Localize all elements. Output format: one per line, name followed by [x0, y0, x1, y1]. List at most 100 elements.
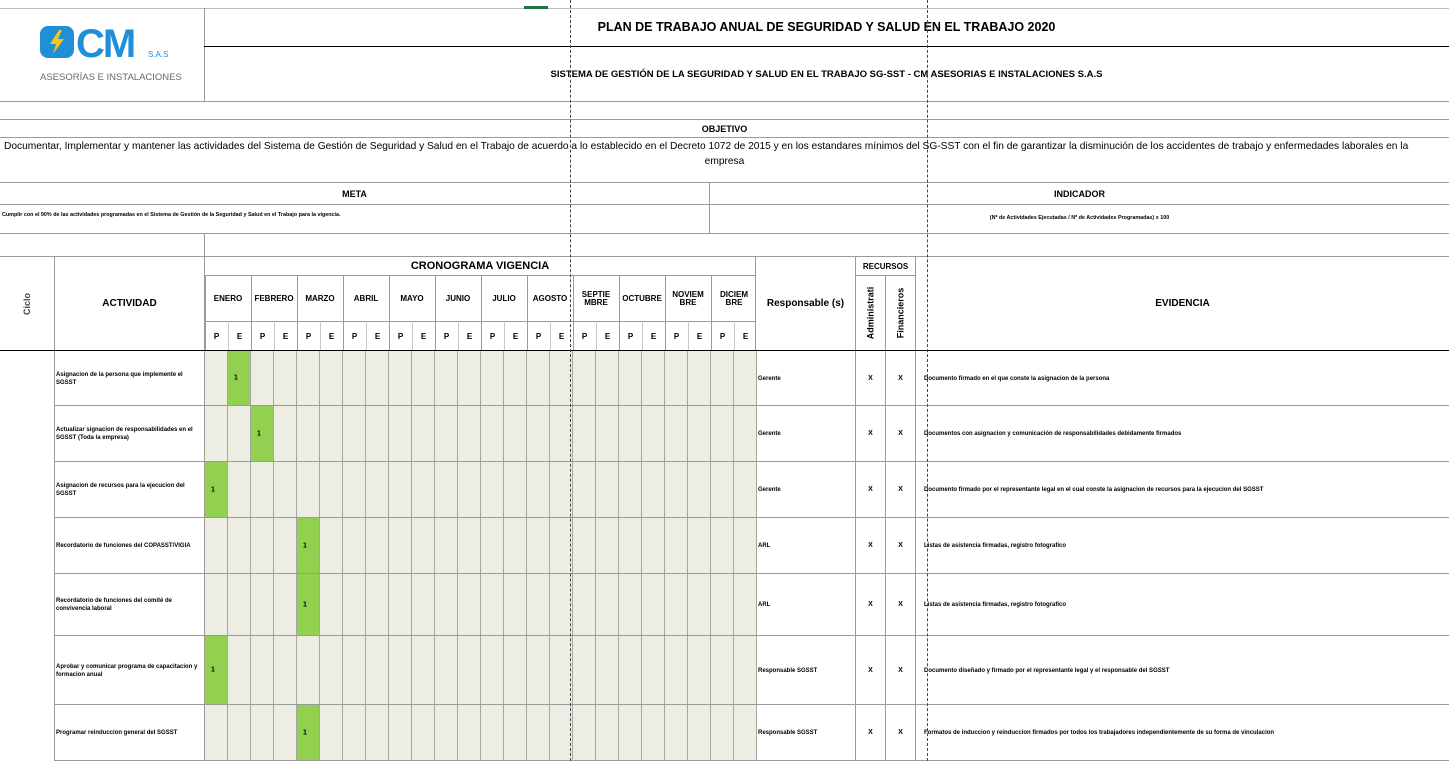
schedule-cell[interactable] — [665, 351, 688, 406]
schedule-cell[interactable] — [619, 636, 642, 705]
schedule-cell[interactable] — [205, 705, 228, 761]
schedule-cell[interactable] — [228, 406, 251, 462]
schedule-cell[interactable] — [458, 636, 481, 705]
schedule-cell[interactable] — [711, 636, 734, 705]
schedule-cell[interactable] — [343, 574, 366, 636]
schedule-cell[interactable] — [619, 351, 642, 406]
schedule-cell[interactable] — [228, 636, 251, 705]
schedule-cell[interactable] — [297, 636, 320, 705]
schedule-cell[interactable] — [711, 406, 734, 462]
schedule-cell[interactable] — [251, 574, 274, 636]
schedule-cell[interactable] — [619, 406, 642, 462]
table-row[interactable]: Asignacion de recursos para la ejecucion… — [0, 462, 1449, 518]
schedule-cell[interactable] — [642, 351, 665, 406]
schedule-cell[interactable] — [320, 518, 343, 574]
schedule-cell[interactable] — [642, 406, 665, 462]
schedule-cell[interactable] — [251, 462, 274, 518]
schedule-cell[interactable] — [343, 636, 366, 705]
schedule-cell[interactable] — [481, 636, 504, 705]
schedule-cell[interactable] — [435, 518, 458, 574]
schedule-cell[interactable] — [688, 406, 711, 462]
schedule-cell[interactable] — [596, 705, 619, 761]
schedule-cell-marked[interactable]: 1 — [297, 705, 320, 761]
schedule-cell[interactable] — [573, 462, 596, 518]
schedule-cell-marked[interactable]: 1 — [297, 574, 320, 636]
schedule-cell[interactable] — [228, 705, 251, 761]
schedule-cell[interactable] — [573, 574, 596, 636]
schedule-cell[interactable] — [504, 518, 527, 574]
schedule-cell[interactable] — [596, 406, 619, 462]
schedule-cell[interactable] — [734, 636, 757, 705]
schedule-cell[interactable] — [527, 406, 550, 462]
schedule-cell[interactable] — [389, 406, 412, 462]
schedule-cell[interactable] — [389, 518, 412, 574]
schedule-cell[interactable] — [435, 574, 458, 636]
schedule-cell[interactable] — [573, 406, 596, 462]
schedule-cell[interactable] — [458, 406, 481, 462]
schedule-cell[interactable] — [297, 351, 320, 406]
schedule-cell-marked[interactable]: 1 — [251, 406, 274, 462]
schedule-cell[interactable] — [320, 462, 343, 518]
schedule-cell[interactable] — [481, 406, 504, 462]
schedule-cell[interactable] — [481, 574, 504, 636]
schedule-cell[interactable] — [734, 462, 757, 518]
schedule-cell[interactable] — [205, 518, 228, 574]
schedule-cell[interactable] — [320, 705, 343, 761]
table-row[interactable]: Asignacion de la persona que implemente … — [0, 351, 1449, 406]
schedule-cell[interactable] — [389, 351, 412, 406]
schedule-cell[interactable] — [435, 462, 458, 518]
schedule-cell[interactable] — [642, 636, 665, 705]
schedule-cell[interactable] — [366, 636, 389, 705]
schedule-cell[interactable] — [412, 574, 435, 636]
schedule-cell[interactable] — [527, 462, 550, 518]
schedule-cell[interactable] — [688, 636, 711, 705]
schedule-cell[interactable] — [343, 705, 366, 761]
schedule-cell[interactable] — [665, 636, 688, 705]
schedule-cell[interactable] — [619, 705, 642, 761]
schedule-cell[interactable] — [665, 462, 688, 518]
schedule-cell-marked[interactable]: 1 — [205, 636, 228, 705]
schedule-cell[interactable] — [458, 518, 481, 574]
schedule-cell[interactable] — [320, 636, 343, 705]
schedule-cell[interactable] — [573, 518, 596, 574]
schedule-cell[interactable] — [527, 574, 550, 636]
schedule-cell[interactable] — [527, 636, 550, 705]
table-row[interactable]: Actualizar signacion de responsabilidade… — [0, 406, 1449, 462]
schedule-cell[interactable] — [412, 518, 435, 574]
schedule-cell[interactable] — [320, 406, 343, 462]
schedule-cell[interactable] — [665, 518, 688, 574]
schedule-cell[interactable] — [734, 705, 757, 761]
schedule-cell[interactable] — [343, 351, 366, 406]
schedule-cell[interactable] — [504, 636, 527, 705]
schedule-cell[interactable] — [412, 705, 435, 761]
schedule-cell[interactable] — [343, 462, 366, 518]
schedule-cell[interactable] — [458, 705, 481, 761]
schedule-cell[interactable] — [412, 462, 435, 518]
schedule-cell[interactable] — [228, 574, 251, 636]
schedule-cell[interactable] — [734, 351, 757, 406]
schedule-cell[interactable] — [642, 518, 665, 574]
schedule-cell[interactable] — [711, 518, 734, 574]
schedule-cell[interactable] — [665, 406, 688, 462]
schedule-cell[interactable] — [412, 351, 435, 406]
schedule-cell[interactable] — [435, 636, 458, 705]
schedule-cell[interactable] — [481, 705, 504, 761]
schedule-cell[interactable] — [711, 705, 734, 761]
schedule-cell[interactable] — [435, 406, 458, 462]
schedule-cell[interactable] — [228, 518, 251, 574]
schedule-cell[interactable] — [665, 574, 688, 636]
schedule-cell[interactable] — [274, 406, 297, 462]
schedule-cell[interactable] — [389, 462, 412, 518]
schedule-cell[interactable] — [458, 462, 481, 518]
schedule-cell[interactable] — [274, 462, 297, 518]
schedule-cell-marked[interactable]: 1 — [228, 351, 251, 406]
schedule-cell[interactable] — [366, 705, 389, 761]
schedule-cell[interactable] — [688, 462, 711, 518]
table-row[interactable]: Recordatorio de funciones del COPASST/VI… — [0, 518, 1449, 574]
schedule-cell[interactable] — [389, 636, 412, 705]
schedule-cell[interactable] — [642, 462, 665, 518]
schedule-cell[interactable] — [458, 351, 481, 406]
schedule-cell[interactable] — [297, 406, 320, 462]
schedule-cell[interactable] — [711, 574, 734, 636]
schedule-cell[interactable] — [504, 406, 527, 462]
